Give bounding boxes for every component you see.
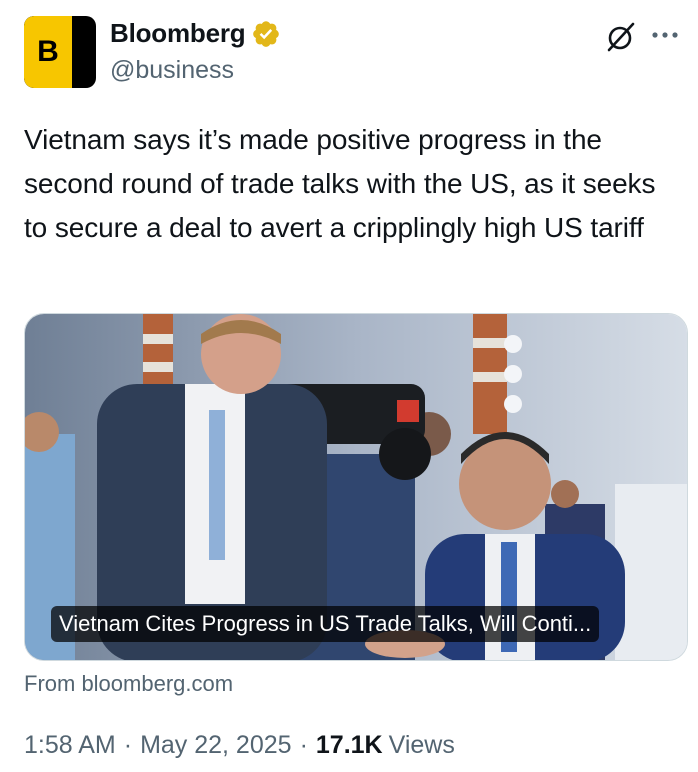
- verified-badge-icon: [253, 20, 280, 47]
- meta-separator: ·: [123, 731, 133, 759]
- author-display-name[interactable]: Bloomberg: [110, 18, 246, 49]
- grok-icon[interactable]: [604, 20, 638, 54]
- card-source-link[interactable]: From bloomberg.com: [24, 671, 233, 697]
- link-card[interactable]: Vietnam Cites Progress in US Trade Talks…: [24, 313, 688, 661]
- card-title[interactable]: Vietnam Cites Progress in US Trade Talks…: [51, 606, 600, 642]
- tweet-meta: 1:58 AM · May 22, 2025 · 17.1K Views: [24, 731, 455, 760]
- author-handle[interactable]: @business: [110, 56, 234, 85]
- avatar[interactable]: B: [24, 16, 96, 88]
- tweet-text: Vietnam says it’s made positive progress…: [24, 124, 656, 243]
- views-label: Views: [388, 731, 455, 759]
- tweet-time[interactable]: 1:58 AM: [24, 731, 116, 760]
- tweet-date[interactable]: May 22, 2025: [140, 731, 292, 760]
- avatar-letter: B: [37, 35, 59, 68]
- views-count[interactable]: 17.1K: [316, 731, 383, 760]
- avatar-brand-block: B: [24, 16, 72, 88]
- more-icon[interactable]: [650, 22, 680, 48]
- meta-separator: ·: [299, 731, 308, 759]
- author-name-row: Bloomberg: [110, 18, 281, 49]
